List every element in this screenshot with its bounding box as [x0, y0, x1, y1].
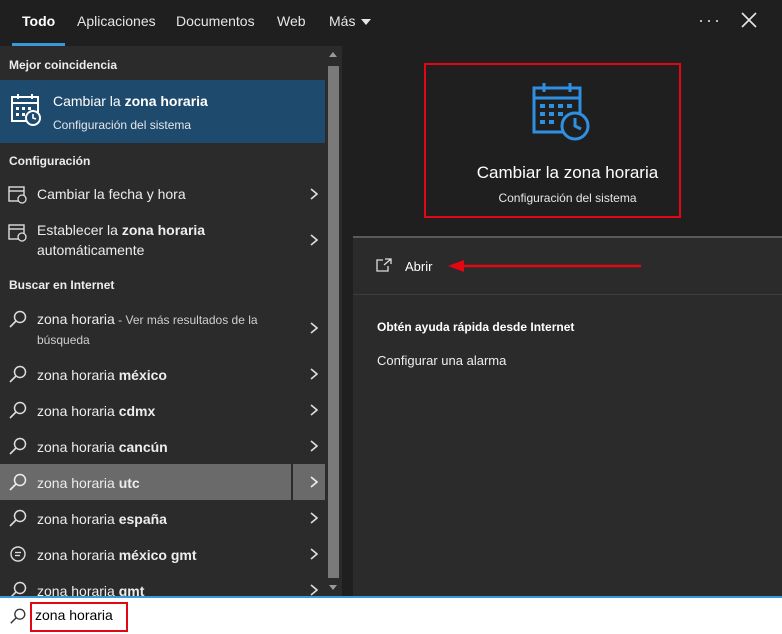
label-bold: gmt [118, 583, 145, 596]
label-plain: Establecer la [37, 222, 122, 238]
search-icon [10, 581, 27, 596]
label-bold: méxico [118, 367, 167, 383]
label-plain: zona horaria [37, 511, 119, 527]
label-plain: zona horaria [37, 403, 119, 419]
chevron-down-icon [361, 19, 372, 26]
chevron-right-icon [310, 440, 318, 452]
best-match-title: Cambiar la zona horaria [53, 93, 208, 109]
chevron-right-icon [310, 322, 318, 334]
list-item-label: zona horaria españa [37, 511, 167, 527]
tab-todo[interactable]: Todo [11, 0, 66, 46]
section-buscar-internet: Buscar en Internet [9, 278, 115, 292]
search-icon [10, 608, 26, 624]
list-item-web-suggestion[interactable]: zona horaria gmt [0, 572, 325, 596]
label-hint: - Ver más resultados de la [114, 313, 258, 327]
divider [353, 294, 782, 295]
chat-icon [10, 546, 26, 562]
list-item-web-search[interactable]: zona horaria - Ver más resultados de la … [0, 302, 325, 350]
results-list: Mejor coincidencia Cambiar la zona horar… [0, 46, 325, 596]
calendar-clock-icon [11, 94, 41, 126]
calendar-clock-icon [8, 224, 27, 242]
panel-gap [342, 46, 353, 596]
list-item-label: zona horaria gmt [37, 583, 144, 596]
label-plain: zona horaria [37, 583, 119, 596]
list-item-label: zona horaria méxico gmt [37, 547, 197, 563]
tab-documentos[interactable]: Documentos [176, 0, 255, 46]
preview-panel: Cambiar la zona horaria Configuración de… [353, 46, 782, 596]
scrollbar[interactable] [325, 46, 342, 596]
tab-aplicaciones[interactable]: Aplicaciones [77, 0, 156, 46]
list-item-web-suggestion[interactable]: zona horaria españa [0, 500, 325, 536]
annotation-box [424, 63, 681, 218]
open-label: Abrir [405, 259, 433, 274]
search-icon [9, 437, 27, 455]
search-icon [9, 473, 27, 491]
annotation-arrow [448, 260, 641, 272]
search-icon [9, 310, 27, 328]
chevron-right-icon [310, 368, 318, 380]
list-item-label: zona horaria - Ver más resultados de la [37, 311, 258, 327]
section-best-match: Mejor coincidencia [9, 58, 118, 72]
scrollbar-thumb[interactable] [328, 66, 339, 578]
list-item-label: Establecer la zona horaria [37, 222, 205, 238]
list-item-hint-line2: búsqueda [37, 333, 90, 347]
label-bold: cdmx [118, 403, 156, 419]
search-icon [9, 401, 27, 419]
filter-tabs: Todo Aplicaciones Documentos Web Más ··· [0, 0, 782, 46]
label-bold: cancún [118, 439, 168, 455]
list-item-label: zona horaria méxico [37, 367, 167, 383]
list-item-web-suggestion[interactable]: zona horaria méxico gmt [0, 536, 325, 572]
close-icon[interactable] [740, 11, 758, 29]
list-item-fecha-hora[interactable]: Cambiar la fecha y hora [0, 178, 325, 210]
open-external-icon [376, 258, 392, 272]
search-icon [9, 509, 27, 527]
chevron-right-icon[interactable] [310, 476, 318, 488]
tab-mas-label: Más [329, 13, 356, 29]
list-item-label: zona horaria utc [37, 475, 140, 491]
list-item-web-suggestion-hovered[interactable]: zona horaria utc [0, 464, 325, 500]
chevron-right-icon [310, 584, 318, 596]
chevron-right-icon [310, 188, 318, 200]
label-plain: zona horaria [37, 475, 119, 491]
list-item-label-line2: automáticamente [37, 242, 145, 258]
more-options-button[interactable]: ··· [698, 10, 722, 31]
help-link-alarma[interactable]: Configurar una alarma [377, 353, 506, 368]
chevron-right-icon [310, 512, 318, 524]
chevron-right-icon [310, 234, 318, 246]
label-plain: zona horaria [37, 311, 115, 327]
list-item-web-suggestion[interactable]: zona horaria cdmx [0, 392, 325, 428]
tab-web[interactable]: Web [277, 0, 306, 46]
label-plain: zona horaria [37, 547, 119, 563]
label-bold: zona horaria [121, 222, 206, 238]
list-item-label: zona horaria cdmx [37, 403, 155, 419]
search-bar: zona horaria [0, 596, 782, 634]
best-match-subtitle: Configuración del sistema [53, 118, 192, 132]
scroll-up-arrow-icon[interactable] [329, 52, 337, 57]
divider [353, 236, 782, 238]
label-bold: méxico gmt [118, 547, 197, 563]
best-match-title-bold: zona horaria [124, 93, 208, 109]
tab-mas[interactable]: Más [329, 0, 372, 46]
best-match-title-plain: Cambiar la [53, 93, 125, 109]
chevron-right-icon [310, 404, 318, 416]
label-bold: utc [118, 475, 140, 491]
divider [291, 464, 293, 500]
list-item-web-suggestion[interactable]: zona horaria cancún [0, 428, 325, 464]
best-match-item[interactable]: Cambiar la zona horaria Configuración de… [0, 80, 325, 143]
annotation-box [30, 602, 128, 632]
list-item-web-suggestion[interactable]: zona horaria méxico [0, 356, 325, 392]
chevron-right-icon [310, 548, 318, 560]
label-plain: zona horaria [37, 439, 119, 455]
help-title: Obtén ayuda rápida desde Internet [377, 320, 575, 334]
label-plain: zona horaria [37, 367, 119, 383]
calendar-clock-icon [8, 186, 27, 204]
list-item-zona-automatica[interactable]: Establecer la zona horaria automáticamen… [0, 214, 325, 260]
label-bold: españa [118, 511, 167, 527]
section-configuracion: Configuración [9, 154, 91, 168]
list-item-label: zona horaria cancún [37, 439, 168, 455]
scroll-down-arrow-icon[interactable] [329, 585, 337, 590]
search-icon [9, 365, 27, 383]
list-item-label: Cambiar la fecha y hora [37, 186, 186, 202]
